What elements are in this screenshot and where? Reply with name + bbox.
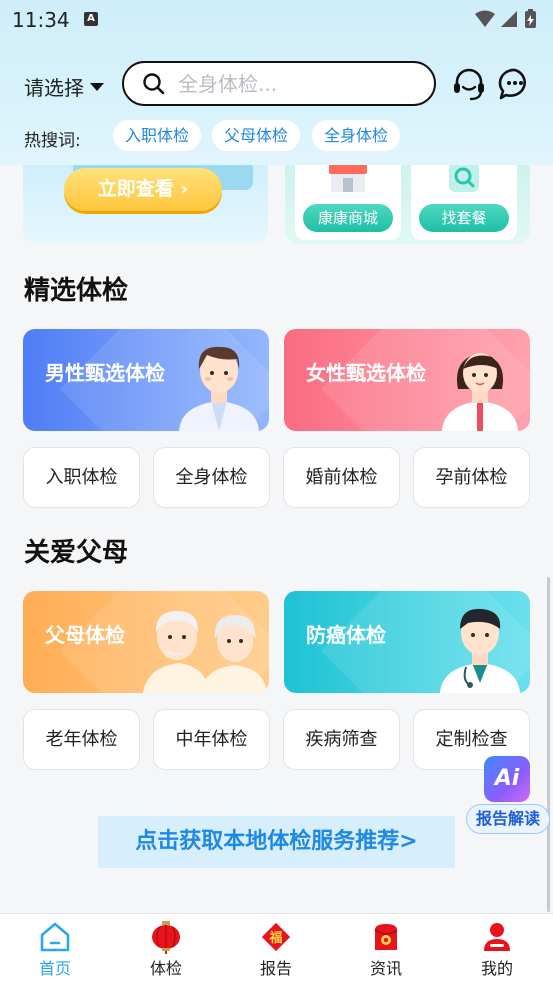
promo-pill-package: 找套餐 xyxy=(419,204,509,232)
cancer-screening-label: 防癌体检 xyxy=(306,623,386,647)
chat-icon[interactable] xyxy=(497,66,533,102)
doctor-stethoscope-illustration xyxy=(440,608,520,693)
hot-tag-parents[interactable]: 父母体检 xyxy=(212,120,301,151)
status-indicators xyxy=(473,8,543,28)
headset-icon[interactable] xyxy=(451,66,487,102)
red-envelope-icon xyxy=(374,924,398,950)
view-now-button[interactable]: 立即查看 › xyxy=(64,168,222,211)
tab-checkup-label: 体检 xyxy=(149,959,182,978)
location-label: 请选择 xyxy=(24,76,84,100)
promo-pill-mall: 康康商城 xyxy=(303,204,393,232)
middle-age-checkup-button[interactable]: 中年体检 xyxy=(153,709,270,770)
tab-checkup[interactable]: 体检 xyxy=(121,914,211,983)
parents-checkup-label: 父母体检 xyxy=(45,623,125,647)
male-doctor-illustration xyxy=(179,346,259,431)
search-input[interactable] xyxy=(178,71,408,96)
status-bar: 11:34 A xyxy=(0,0,553,38)
male-checkup-card[interactable]: 男性甄选体检 xyxy=(23,329,269,431)
scrollbar[interactable] xyxy=(547,577,550,912)
elderly-couple-illustration xyxy=(143,611,267,693)
tab-mine-label: 我的 xyxy=(480,959,513,978)
disease-screening-button[interactable]: 疾病筛查 xyxy=(283,709,400,770)
notification-icon: A xyxy=(84,12,98,26)
package-search-icon xyxy=(449,162,479,192)
selected-section-title: 精选体检 xyxy=(24,276,129,306)
prepregnancy-checkup-button[interactable]: 孕前体检 xyxy=(413,447,530,508)
signal-battery-icon xyxy=(475,9,536,28)
ai-report-reading-button[interactable]: Ai 报告解读 xyxy=(466,756,552,836)
tab-report[interactable]: 福 报告 xyxy=(231,914,321,983)
tab-home[interactable]: 首页 xyxy=(10,914,100,983)
store-icon xyxy=(329,164,367,192)
parents-checkup-card[interactable]: 父母体检 xyxy=(23,591,269,693)
home-icon xyxy=(40,922,70,952)
cancer-screening-card[interactable]: 防癌体检 xyxy=(284,591,530,693)
male-checkup-label: 男性甄选体检 xyxy=(45,361,165,385)
lantern-icon xyxy=(152,921,180,954)
hot-tag-onboarding[interactable]: 入职体检 xyxy=(113,120,202,151)
caret-down-icon xyxy=(90,82,104,91)
onboarding-checkup-button[interactable]: 入职体检 xyxy=(23,447,140,508)
fortune-icon: 福 xyxy=(261,922,291,952)
parents-section-title: 关爱父母 xyxy=(24,538,129,568)
premarital-checkup-button[interactable]: 婚前体检 xyxy=(283,447,400,508)
female-doctor-illustration xyxy=(442,353,518,431)
search-bar[interactable] xyxy=(122,61,436,106)
tab-report-label: 报告 xyxy=(259,959,292,978)
header: 11:34 A 请选择 全身体检... 热搜词: 入职体检 父母体检 全身体检 xyxy=(0,0,553,165)
ai-report-label: 报告解读 xyxy=(466,804,550,834)
tab-mine[interactable]: 我的 xyxy=(452,914,542,983)
location-select[interactable]: 请选择 xyxy=(24,72,104,101)
bottom-tab-bar: 首页 体检 福 报告 资讯 我的 xyxy=(0,913,553,983)
ai-icon: Ai xyxy=(484,756,530,802)
elderly-checkup-button[interactable]: 老年体检 xyxy=(23,709,140,770)
tab-home-label: 首页 xyxy=(38,959,71,978)
fullbody-checkup-button[interactable]: 全身体检 xyxy=(153,447,270,508)
tab-news[interactable]: 资讯 xyxy=(341,914,431,983)
search-icon xyxy=(143,72,165,94)
local-service-recommendation-link[interactable]: 点击获取本地体检服务推荐> xyxy=(98,816,455,868)
female-checkup-label: 女性甄选体检 xyxy=(306,361,426,385)
hot-search-label: 热搜词: xyxy=(24,131,81,151)
tab-news-label: 资讯 xyxy=(369,959,402,978)
status-time: 11:34 xyxy=(12,8,70,32)
user-icon xyxy=(484,923,510,951)
hot-tag-fullbody[interactable]: 全身体检 xyxy=(312,120,401,151)
female-checkup-card[interactable]: 女性甄选体检 xyxy=(284,329,530,431)
fortune-char: 福 xyxy=(268,930,282,946)
